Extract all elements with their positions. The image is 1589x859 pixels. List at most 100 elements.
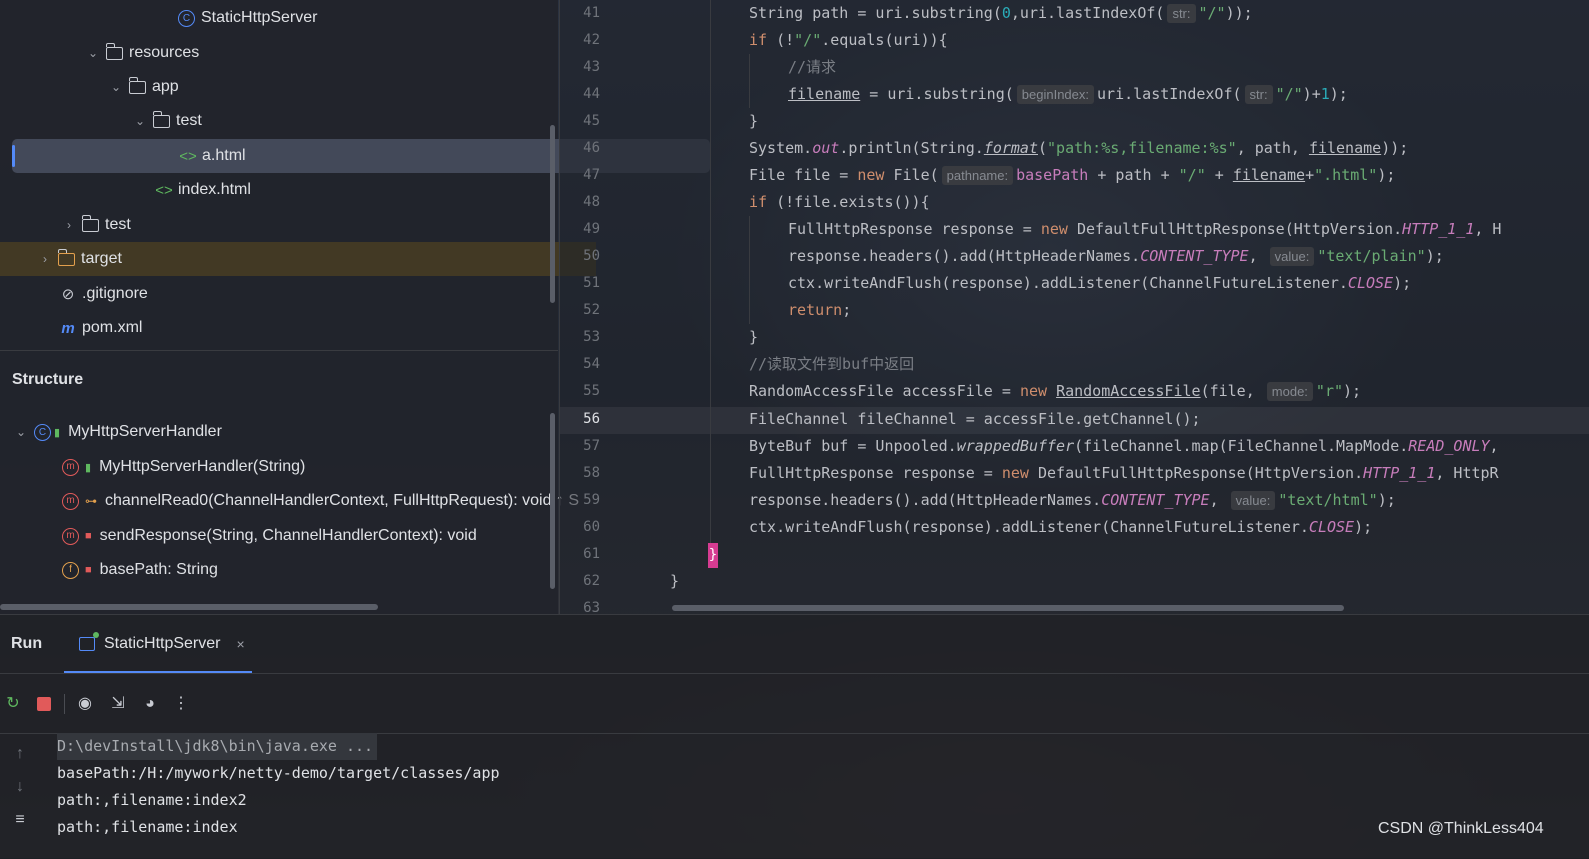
tree-item-gitignore[interactable]: ⊘ .gitignore [0,277,616,311]
camera-icon[interactable]: ◉ [74,693,96,715]
code-line: ByteBuf buf = Unpooled.wrappedBuffer(fil… [749,437,1499,455]
tree-item-resources[interactable]: ⌄ resources [0,36,644,70]
code-line: if (!file.exists()){ [749,193,930,211]
code-line: } [670,572,680,590]
tree-item-label: app [152,78,179,95]
line-number: 46 [583,140,600,156]
code-line: //读取文件到buf中返回 [749,355,915,373]
chevron-down-icon[interactable]: ⌄ [133,114,147,128]
code-line: FullHttpResponse response = new DefaultF… [749,464,1499,482]
structure-item-channelread0[interactable]: m ⊶ channelRead0(ChannelHandlerContext, … [62,484,579,518]
structure-horizontal-scrollbar[interactable] [0,604,378,610]
field-icon: f [62,561,79,579]
ignore-file-icon: ⊘ [61,286,75,303]
code-line: } [749,112,759,130]
editor-horizontal-scrollbar[interactable] [672,605,1344,611]
tree-scrollbar[interactable] [550,125,555,303]
line-number: 50 [583,248,600,264]
structure-item-label: sendResponse(String, ChannelHandlerConte… [99,527,477,544]
code-line: if (!"/".equals(uri)){ [749,31,948,49]
run-tab-label: StaticHttpServer [104,635,221,652]
line-number: 60 [583,519,600,535]
line-number: 62 [583,573,600,589]
code-line-current: FileChannel fileChannel = accessFile.get… [749,410,1201,428]
method-icon: m [62,458,79,476]
scroll-down-icon[interactable]: ↓ [10,778,30,796]
tree-item-label: target [81,250,122,267]
html-file-icon: <> [179,147,197,165]
html-file-icon: <> [155,181,173,199]
close-icon[interactable]: × [236,636,244,652]
current-line-number: 56 [583,411,600,427]
indent-guide [749,216,750,324]
tree-item-pom-xml[interactable]: m pom.xml [0,311,616,345]
code-line: return; [788,301,852,319]
chevron-down-icon[interactable]: ⌄ [86,46,100,60]
indent-guide [749,54,750,108]
line-number: 59 [583,492,600,508]
code-editor[interactable]: 41 42 43 44 45 46 47 48 49 50 51 52 53 5… [559,0,1589,616]
code-line: RandomAccessFile accessFile = new Random… [749,382,1362,401]
profiler-gauge-icon[interactable]: ◕ [139,693,161,715]
structure-item-basepath[interactable]: f ■ basePath: String [62,553,218,587]
code-line: response.headers().add(HttpHeaderNames.C… [788,247,1444,266]
line-number: 58 [583,465,600,481]
structure-item-class[interactable]: ⌄ C ▮ MyHttpServerHandler [14,415,222,449]
matched-brace: } [708,543,718,568]
code-line: ctx.writeAndFlush(response).addListener(… [788,274,1412,292]
tree-item-label: StaticHttpServer [201,9,318,26]
run-panel: Run StaticHttpServer × ↻ ◉ ⇲ ◕ ⋮ ↑ ↓ ≡ D… [0,614,1589,859]
exit-icon[interactable]: ⇲ [107,693,129,715]
chevron-right-icon[interactable]: › [38,252,52,266]
chevron-down-icon[interactable]: ⌄ [14,425,28,439]
public-icon: ▮ [85,461,92,474]
folder-icon [128,76,146,94]
line-number: 45 [583,113,600,129]
structure-item-constructor[interactable]: m ▮ MyHttpServerHandler(String) [62,450,305,484]
line-number: 51 [583,275,600,291]
scroll-up-icon[interactable]: ↑ [10,745,30,763]
line-number: 49 [583,221,600,237]
tree-item-label: pom.xml [82,319,143,336]
run-config-icon [79,632,99,651]
method-icon: m [62,527,79,545]
code-line: System.out.println(String.format("path:%… [749,139,1409,157]
tree-item-label: .gitignore [82,285,148,302]
line-number: 41 [583,5,600,21]
line-number: 55 [583,383,600,399]
structure-item-label: MyHttpServerHandler [68,423,222,440]
maven-icon: m [61,319,75,337]
code-line: String path = uri.substring(0,uri.lastIn… [749,4,1253,23]
line-number: 52 [583,302,600,318]
tree-item-label: test [176,112,202,129]
stop-icon[interactable] [33,693,55,715]
more-options-icon[interactable]: ⋮ [170,693,192,715]
structure-item-label: channelRead0(ChannelHandlerContext, Full… [105,492,580,509]
project-tree: C StaticHttpServer ⌄ resources ⌄ app ⌄ t… [0,0,710,350]
line-number: 47 [583,167,600,183]
line-number: 54 [583,356,600,372]
tree-item-target[interactable]: › target [0,242,596,276]
code-line: filename = uri.substring(beginIndex: uri.… [788,85,1348,104]
rerun-icon[interactable]: ↻ [2,693,24,715]
code-line: File file = new File(pathname: basePath +… [749,166,1396,185]
run-tab-statichttpserver[interactable]: StaticHttpServer × [64,615,252,673]
structure-item-sendresponse[interactable]: m ■ sendResponse(String, ChannelHandlerC… [62,519,477,553]
structure-item-label: basePath: String [99,561,218,578]
tree-item-label: resources [129,44,200,61]
private-lock-icon: ■ [85,530,92,542]
chevron-down-icon[interactable]: ⌄ [109,80,123,94]
run-class-icon: C [178,9,195,27]
protected-icon: ⊶ [85,494,97,508]
chevron-right-icon[interactable]: › [62,218,76,232]
method-icon: m [62,492,79,510]
tree-item-test-collapsed[interactable]: › test [0,208,620,242]
structure-scrollbar[interactable] [550,413,555,589]
tree-item-label: index.html [178,181,251,198]
console-command-line[interactable]: D:\devInstall\jdk8\bin\java.exe ... [57,733,378,760]
code-line: response.headers().add(HttpHeaderNames.C… [749,491,1396,510]
soft-wrap-icon[interactable]: ≡ [10,811,30,829]
line-number: 53 [583,329,600,345]
folder-icon [152,110,170,128]
excluded-folder-icon [57,248,75,266]
